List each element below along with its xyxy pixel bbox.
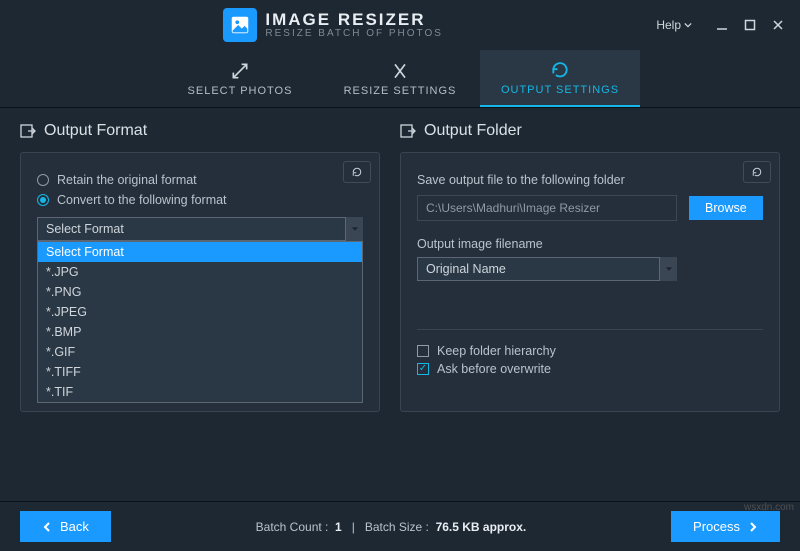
tab-select-photos[interactable]: SELECT PHOTOS xyxy=(160,50,320,107)
radio-label: Convert to the following format xyxy=(57,193,227,207)
chevron-right-icon xyxy=(748,522,758,532)
checkbox-keep-hierarchy[interactable]: Keep folder hierarchy xyxy=(417,344,763,358)
output-folder-title: Output Folder xyxy=(400,122,780,140)
process-button[interactable]: Process xyxy=(671,511,780,542)
checkbox-icon xyxy=(417,345,429,357)
radio-retain-original[interactable]: Retain the original format xyxy=(37,173,363,187)
chevron-left-icon xyxy=(42,522,52,532)
browse-button[interactable]: Browse xyxy=(689,196,763,220)
reset-folder-button[interactable] xyxy=(743,161,771,183)
radio-icon xyxy=(37,194,49,206)
chevron-down-icon xyxy=(684,21,692,29)
format-option[interactable]: *.TIF xyxy=(38,382,362,402)
help-menu[interactable]: Help xyxy=(656,18,692,32)
resize-icon xyxy=(390,61,410,81)
app-subtitle: RESIZE BATCH OF PHOTOS xyxy=(265,29,443,40)
save-path-label: Save output file to the following folder xyxy=(417,173,763,187)
minimize-button[interactable] xyxy=(710,15,734,35)
tab-label: OUTPUT SETTINGS xyxy=(501,84,619,96)
export-icon xyxy=(400,123,416,139)
tab-resize-settings[interactable]: RESIZE SETTINGS xyxy=(320,50,480,107)
format-option[interactable]: *.GIF xyxy=(38,342,362,362)
format-option[interactable]: *.PNG xyxy=(38,282,362,302)
status-bar: Batch Count : 1 | Batch Size : 76.5 KB a… xyxy=(111,520,671,534)
button-label: Process xyxy=(693,519,740,534)
radio-convert-format[interactable]: Convert to the following format xyxy=(37,193,363,207)
app-title: IMAGE RESIZER xyxy=(265,11,443,29)
tab-label: SELECT PHOTOS xyxy=(188,85,293,97)
input-value: C:\Users\Madhuri\Image Resizer xyxy=(426,201,600,215)
maximize-button[interactable] xyxy=(738,15,762,35)
back-button[interactable]: Back xyxy=(20,511,111,542)
format-select[interactable]: Select Format xyxy=(37,217,363,241)
radio-label: Retain the original format xyxy=(57,173,197,187)
output-path-input[interactable]: C:\Users\Madhuri\Image Resizer xyxy=(417,195,677,221)
checkbox-ask-overwrite[interactable]: Ask before overwrite xyxy=(417,362,763,376)
tab-label: RESIZE SETTINGS xyxy=(344,85,457,97)
format-option[interactable]: *.JPG xyxy=(38,262,362,282)
app-logo xyxy=(223,8,257,42)
refresh-icon xyxy=(550,60,570,80)
close-button[interactable] xyxy=(766,15,790,35)
reset-format-button[interactable] xyxy=(343,161,371,183)
help-label: Help xyxy=(656,18,681,32)
format-option[interactable]: Select Format xyxy=(38,242,362,262)
app-title-block: IMAGE RESIZER RESIZE BATCH OF PHOTOS xyxy=(265,11,443,39)
checkbox-label: Ask before overwrite xyxy=(437,362,551,376)
radio-icon xyxy=(37,174,49,186)
watermark: wsxdn.com xyxy=(744,502,794,513)
chevron-down-icon xyxy=(659,257,677,281)
output-format-title: Output Format xyxy=(20,122,380,140)
chevron-down-icon xyxy=(345,217,363,241)
select-value: Select Format xyxy=(46,222,124,236)
filename-label: Output image filename xyxy=(417,237,763,251)
format-option[interactable]: *.TIFF xyxy=(38,362,362,382)
format-option[interactable]: *.BMP xyxy=(38,322,362,342)
format-dropdown: Select Format*.JPG*.PNG*.JPEG*.BMP*.GIF*… xyxy=(37,241,363,403)
filename-select[interactable]: Original Name xyxy=(417,257,677,281)
export-icon xyxy=(20,123,36,139)
checkbox-label: Keep folder hierarchy xyxy=(437,344,556,358)
format-option[interactable]: *.JPEG xyxy=(38,302,362,322)
divider xyxy=(417,329,763,330)
tab-output-settings[interactable]: OUTPUT SETTINGS xyxy=(480,50,640,107)
select-value: Original Name xyxy=(426,262,506,276)
checkbox-icon xyxy=(417,363,429,375)
expand-icon xyxy=(230,61,250,81)
button-label: Back xyxy=(60,519,89,534)
